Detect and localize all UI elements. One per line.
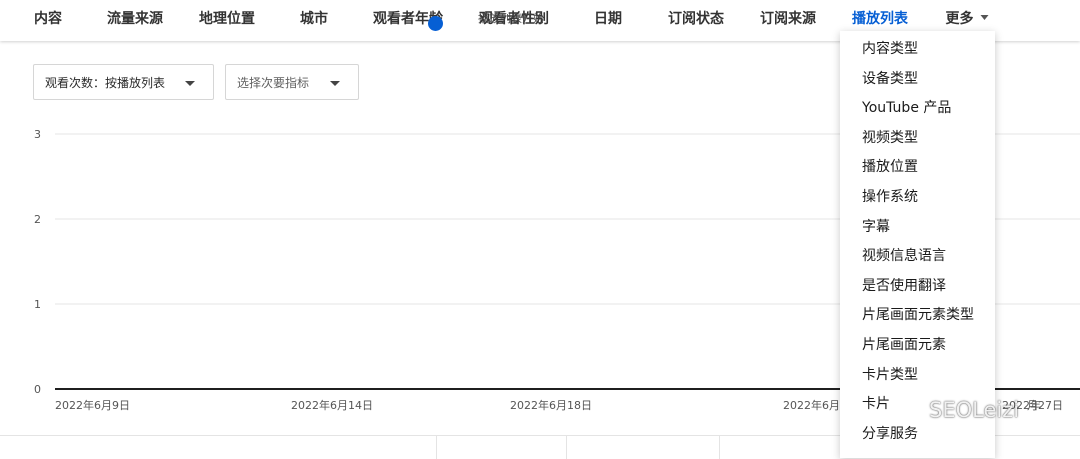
menu-item[interactable]: 字幕 bbox=[840, 213, 995, 243]
menu-item[interactable]: YouTube 产品 bbox=[840, 94, 995, 124]
y-tick-label: 3 bbox=[34, 128, 41, 141]
menu-item[interactable]: 操作系统 bbox=[840, 183, 995, 213]
x-tick-label: 2022年6月2 bbox=[783, 398, 847, 412]
menu-item[interactable]: 播放位置 bbox=[840, 153, 995, 183]
y-tick-label: 0 bbox=[34, 383, 41, 396]
wechat-icon bbox=[893, 399, 923, 422]
watermark: SEOLeizi bbox=[893, 393, 1019, 427]
divider bbox=[436, 436, 437, 459]
menu-item[interactable]: 片尾画面元素类型 bbox=[840, 301, 995, 331]
x-tick-label: 月27日 bbox=[1027, 399, 1063, 412]
y-tick-label: 2 bbox=[34, 213, 41, 226]
menu-item[interactable]: 是否使用翻译 bbox=[840, 272, 995, 302]
series-dot-icon bbox=[428, 16, 443, 31]
menu-item[interactable]: 视频信息语言 bbox=[840, 242, 995, 272]
watermark-text: SEOLeizi bbox=[929, 398, 1020, 422]
menu-item[interactable]: 片尾画面元素 bbox=[840, 331, 995, 361]
menu-item[interactable]: 内容类型 bbox=[840, 35, 995, 65]
divider bbox=[566, 436, 567, 459]
x-tick-label: 2022年6月9日 bbox=[55, 398, 130, 412]
playlist-start-header: 播放列表开始 bbox=[478, 12, 544, 25]
menu-item[interactable]: 卡片类型 bbox=[840, 361, 995, 391]
menu-item[interactable]: 设备类型 bbox=[840, 65, 995, 95]
divider bbox=[719, 436, 720, 459]
x-tick-label: 2022年6月14日 bbox=[291, 398, 373, 412]
menu-item[interactable]: 视频类型 bbox=[840, 124, 995, 154]
y-tick-label: 1 bbox=[34, 298, 41, 311]
x-tick-label: 2022年6月18日 bbox=[510, 398, 592, 412]
